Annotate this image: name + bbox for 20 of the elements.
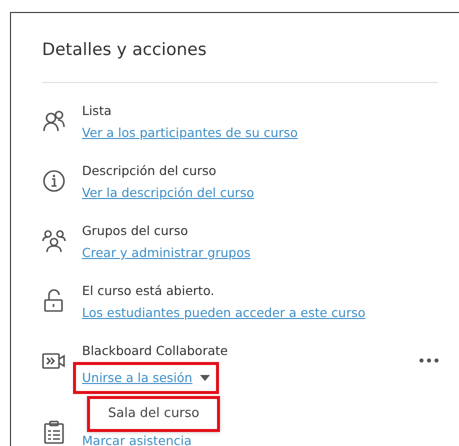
menu-item[interactable]: Sala del curso (87, 396, 220, 432)
caret-icon[interactable] (200, 375, 210, 381)
item-title: Blackboard Collaborate (82, 342, 228, 360)
clipboard-icon (42, 420, 66, 444)
item-link[interactable]: Los estudiantes pueden acceder a este curso (82, 305, 366, 320)
item-link[interactable]: Marcar asistencia (82, 434, 192, 446)
item-title: Lista (82, 102, 113, 120)
item-title: Grupos del curso (82, 222, 189, 240)
panel-title: Detalles y acciones (42, 39, 208, 62)
more-icon[interactable] (419, 358, 439, 363)
people-icon (42, 109, 66, 133)
item-link[interactable]: Crear y administrar grupos (82, 245, 250, 260)
item-link[interactable]: Ver a los participantes de su curso (82, 125, 298, 140)
item-link[interactable]: Ver la descripción del curso (82, 185, 254, 200)
info-icon (42, 169, 66, 193)
unlocked-padlock-icon (42, 289, 66, 313)
join-session-dropdown[interactable]: Unirse a la sesión (82, 367, 210, 389)
group-icon (42, 229, 66, 253)
item-title: Descripción del curso (82, 162, 218, 180)
item-title: El curso está abierto. (82, 282, 216, 300)
